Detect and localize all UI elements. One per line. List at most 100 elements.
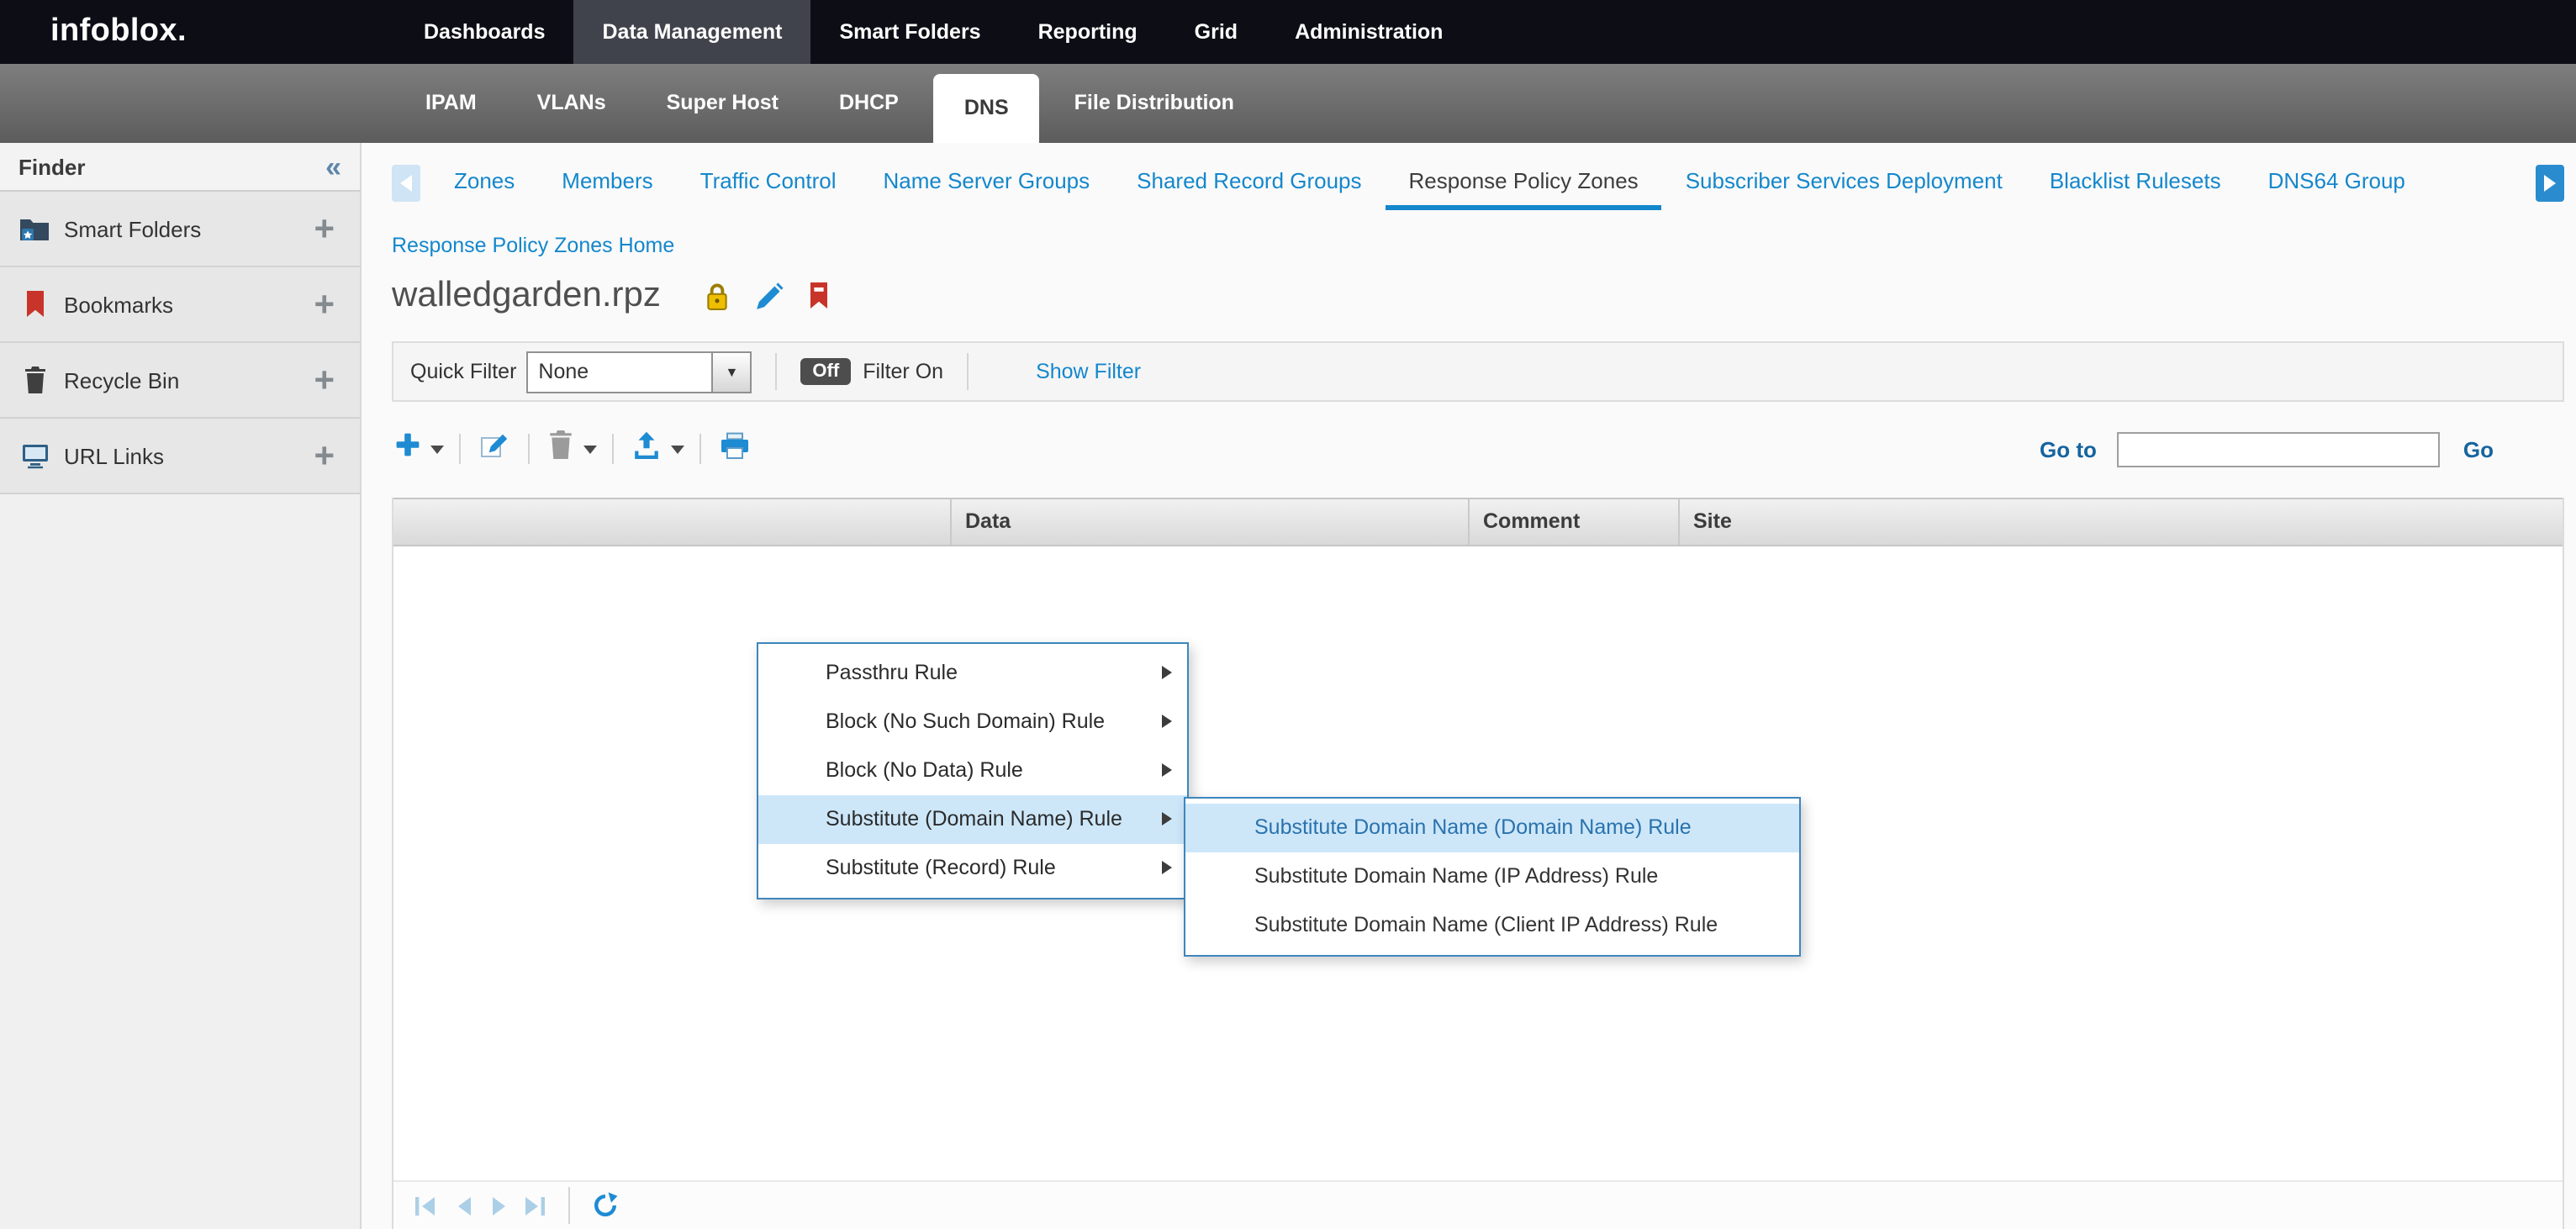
column-header-data[interactable]: Data	[952, 499, 1470, 545]
scroll-tabs-right-button[interactable]	[2536, 165, 2564, 202]
subnav-dhcp[interactable]: DHCP	[809, 64, 929, 143]
column-header-comment[interactable]: Comment	[1470, 499, 1680, 545]
sub-nav-bar: IPAM VLANs Super Host DHCP DNS File Dist…	[0, 64, 2576, 143]
quick-filter-select[interactable]: None ▼	[526, 351, 752, 393]
export-button[interactable]	[629, 430, 664, 467]
menu-item-substitute-record[interactable]: Substitute (Record) Rule	[758, 844, 1187, 893]
top-nav-items: Dashboards Data Management Smart Folders…	[395, 0, 1471, 64]
goto-group: Go to Go	[2040, 431, 2494, 467]
add-smart-folder-button[interactable]: +	[309, 211, 340, 246]
menu-item-passthru[interactable]: Passthru Rule	[758, 649, 1187, 698]
column-header-site[interactable]: Site	[1680, 499, 2563, 545]
tab-shared-record-groups[interactable]: Shared Record Groups	[1113, 156, 1385, 210]
trash-icon	[548, 430, 573, 467]
sidebar-item-url-links[interactable]: URL Links +	[0, 419, 360, 494]
nav-data-management[interactable]: Data Management	[574, 0, 811, 64]
nav-dashboards[interactable]: Dashboards	[395, 0, 574, 64]
tab-response-policy-zones[interactable]: Response Policy Zones	[1386, 156, 1662, 210]
subnav-vlans[interactable]: VLANs	[507, 64, 636, 143]
substitute-domain-name-submenu: Substitute Domain Name (Domain Name) Rul…	[1184, 797, 1801, 957]
edit-icon	[479, 430, 509, 468]
nav-reporting[interactable]: Reporting	[1010, 0, 1166, 64]
url-links-icon	[20, 441, 49, 470]
recycle-bin-icon	[20, 366, 49, 394]
show-filter-link[interactable]: Show Filter	[1036, 360, 1141, 383]
edit-button[interactable]	[476, 430, 513, 468]
add-recycle-bin-button[interactable]: +	[309, 362, 340, 398]
next-page-button[interactable]	[488, 1195, 508, 1216]
nav-grid[interactable]: Grid	[1166, 0, 1266, 64]
edit-pencil-icon[interactable]	[755, 282, 784, 310]
separator	[612, 434, 614, 464]
sidebar-item-smart-folders[interactable]: Smart Folders +	[0, 192, 360, 267]
filter-toggle[interactable]: Off	[800, 358, 851, 385]
add-url-link-button[interactable]: +	[309, 438, 340, 473]
submenu-arrow-icon	[1162, 666, 1172, 679]
tab-blacklist-rulesets[interactable]: Blacklist Rulesets	[2026, 156, 2245, 210]
submenu-item-ip-address[interactable]: Substitute Domain Name (IP Address) Rule	[1185, 852, 1799, 901]
refresh-button[interactable]	[592, 1192, 619, 1219]
previous-page-button[interactable]	[452, 1195, 472, 1216]
subnav-dns[interactable]: DNS	[934, 74, 1039, 143]
add-dropdown-caret-icon[interactable]	[430, 445, 444, 453]
first-page-button[interactable]	[414, 1195, 437, 1216]
goto-label: Go to	[2040, 436, 2097, 462]
separator	[568, 1187, 570, 1224]
sidebar-item-label: Recycle Bin	[64, 367, 293, 393]
tab-dns64-group[interactable]: DNS64 Group	[2245, 156, 2429, 210]
subnav-super-host[interactable]: Super Host	[636, 64, 809, 143]
lock-icon[interactable]	[705, 282, 730, 310]
subnav-ipam[interactable]: IPAM	[395, 64, 507, 143]
tab-members[interactable]: Members	[538, 156, 676, 210]
submenu-item-domain-name[interactable]: Substitute Domain Name (Domain Name) Rul…	[1185, 804, 1799, 852]
smart-folder-icon	[20, 214, 49, 243]
breadcrumb[interactable]: Response Policy Zones Home	[392, 234, 674, 257]
tab-subscriber-services-deployment[interactable]: Subscriber Services Deployment	[1662, 156, 2026, 210]
add-bookmark-button[interactable]: +	[309, 287, 340, 322]
pagination-bar	[393, 1180, 2563, 1229]
subnav-file-distribution[interactable]: File Distribution	[1044, 64, 1264, 143]
separator	[459, 434, 461, 464]
print-button[interactable]	[716, 431, 753, 467]
menu-item-substitute-domain-name[interactable]: Substitute (Domain Name) Rule	[758, 795, 1187, 844]
export-dropdown-caret-icon[interactable]	[671, 445, 684, 453]
chevron-down-icon[interactable]: ▼	[711, 352, 750, 391]
sidebar-item-recycle-bin[interactable]: Recycle Bin +	[0, 343, 360, 419]
add-rule-menu: Passthru Rule Block (No Such Domain) Rul…	[757, 642, 1189, 899]
quick-filter-label: Quick Filter	[410, 360, 516, 383]
separator	[699, 434, 701, 464]
tab-traffic-control[interactable]: Traffic Control	[677, 156, 860, 210]
scroll-tabs-left-button[interactable]	[392, 165, 420, 202]
menu-item-label: Block (No Data) Rule	[826, 758, 1023, 782]
sidebar-item-bookmarks[interactable]: Bookmarks +	[0, 267, 360, 343]
submenu-arrow-icon	[1162, 763, 1172, 777]
goto-input[interactable]	[2117, 431, 2440, 467]
column-header-name[interactable]	[393, 499, 952, 545]
submenu-arrow-icon	[1162, 812, 1172, 825]
collapse-sidebar-icon[interactable]: «	[325, 152, 341, 181]
tab-name-server-groups[interactable]: Name Server Groups	[860, 156, 1114, 210]
delete-button[interactable]	[545, 430, 577, 467]
submenu-item-client-ip-address[interactable]: Substitute Domain Name (Client IP Addres…	[1185, 901, 1799, 950]
filter-on-label: Filter On	[863, 360, 943, 383]
delete-dropdown-caret-icon[interactable]	[583, 445, 597, 453]
triangle-right-icon	[2544, 175, 2556, 192]
nav-smart-folders[interactable]: Smart Folders	[810, 0, 1009, 64]
sidebar-item-label: Smart Folders	[64, 216, 293, 241]
menu-item-block-no-data[interactable]: Block (No Data) Rule	[758, 746, 1187, 795]
add-button[interactable]	[392, 432, 424, 466]
quick-filter-bar: Quick Filter None ▼ Off Filter On Show F…	[392, 341, 2564, 402]
separator	[775, 353, 777, 390]
nav-administration[interactable]: Administration	[1266, 0, 1471, 64]
title-row: walledgarden.rpz	[392, 269, 2564, 323]
last-page-button[interactable]	[523, 1195, 546, 1216]
tab-zones[interactable]: Zones	[430, 156, 538, 210]
top-nav-bar: infoblox. Dashboards Data Management Sma…	[0, 0, 2576, 64]
bookmark-flag-icon[interactable]	[809, 282, 829, 309]
go-button[interactable]: Go	[2463, 436, 2494, 462]
quick-filter-value: None	[528, 352, 711, 391]
menu-item-block-no-such-domain[interactable]: Block (No Such Domain) Rule	[758, 698, 1187, 746]
separator	[528, 434, 530, 464]
app-window: infoblox. Dashboards Data Management Sma…	[0, 0, 2576, 1229]
sidebar-item-label: URL Links	[64, 443, 293, 468]
